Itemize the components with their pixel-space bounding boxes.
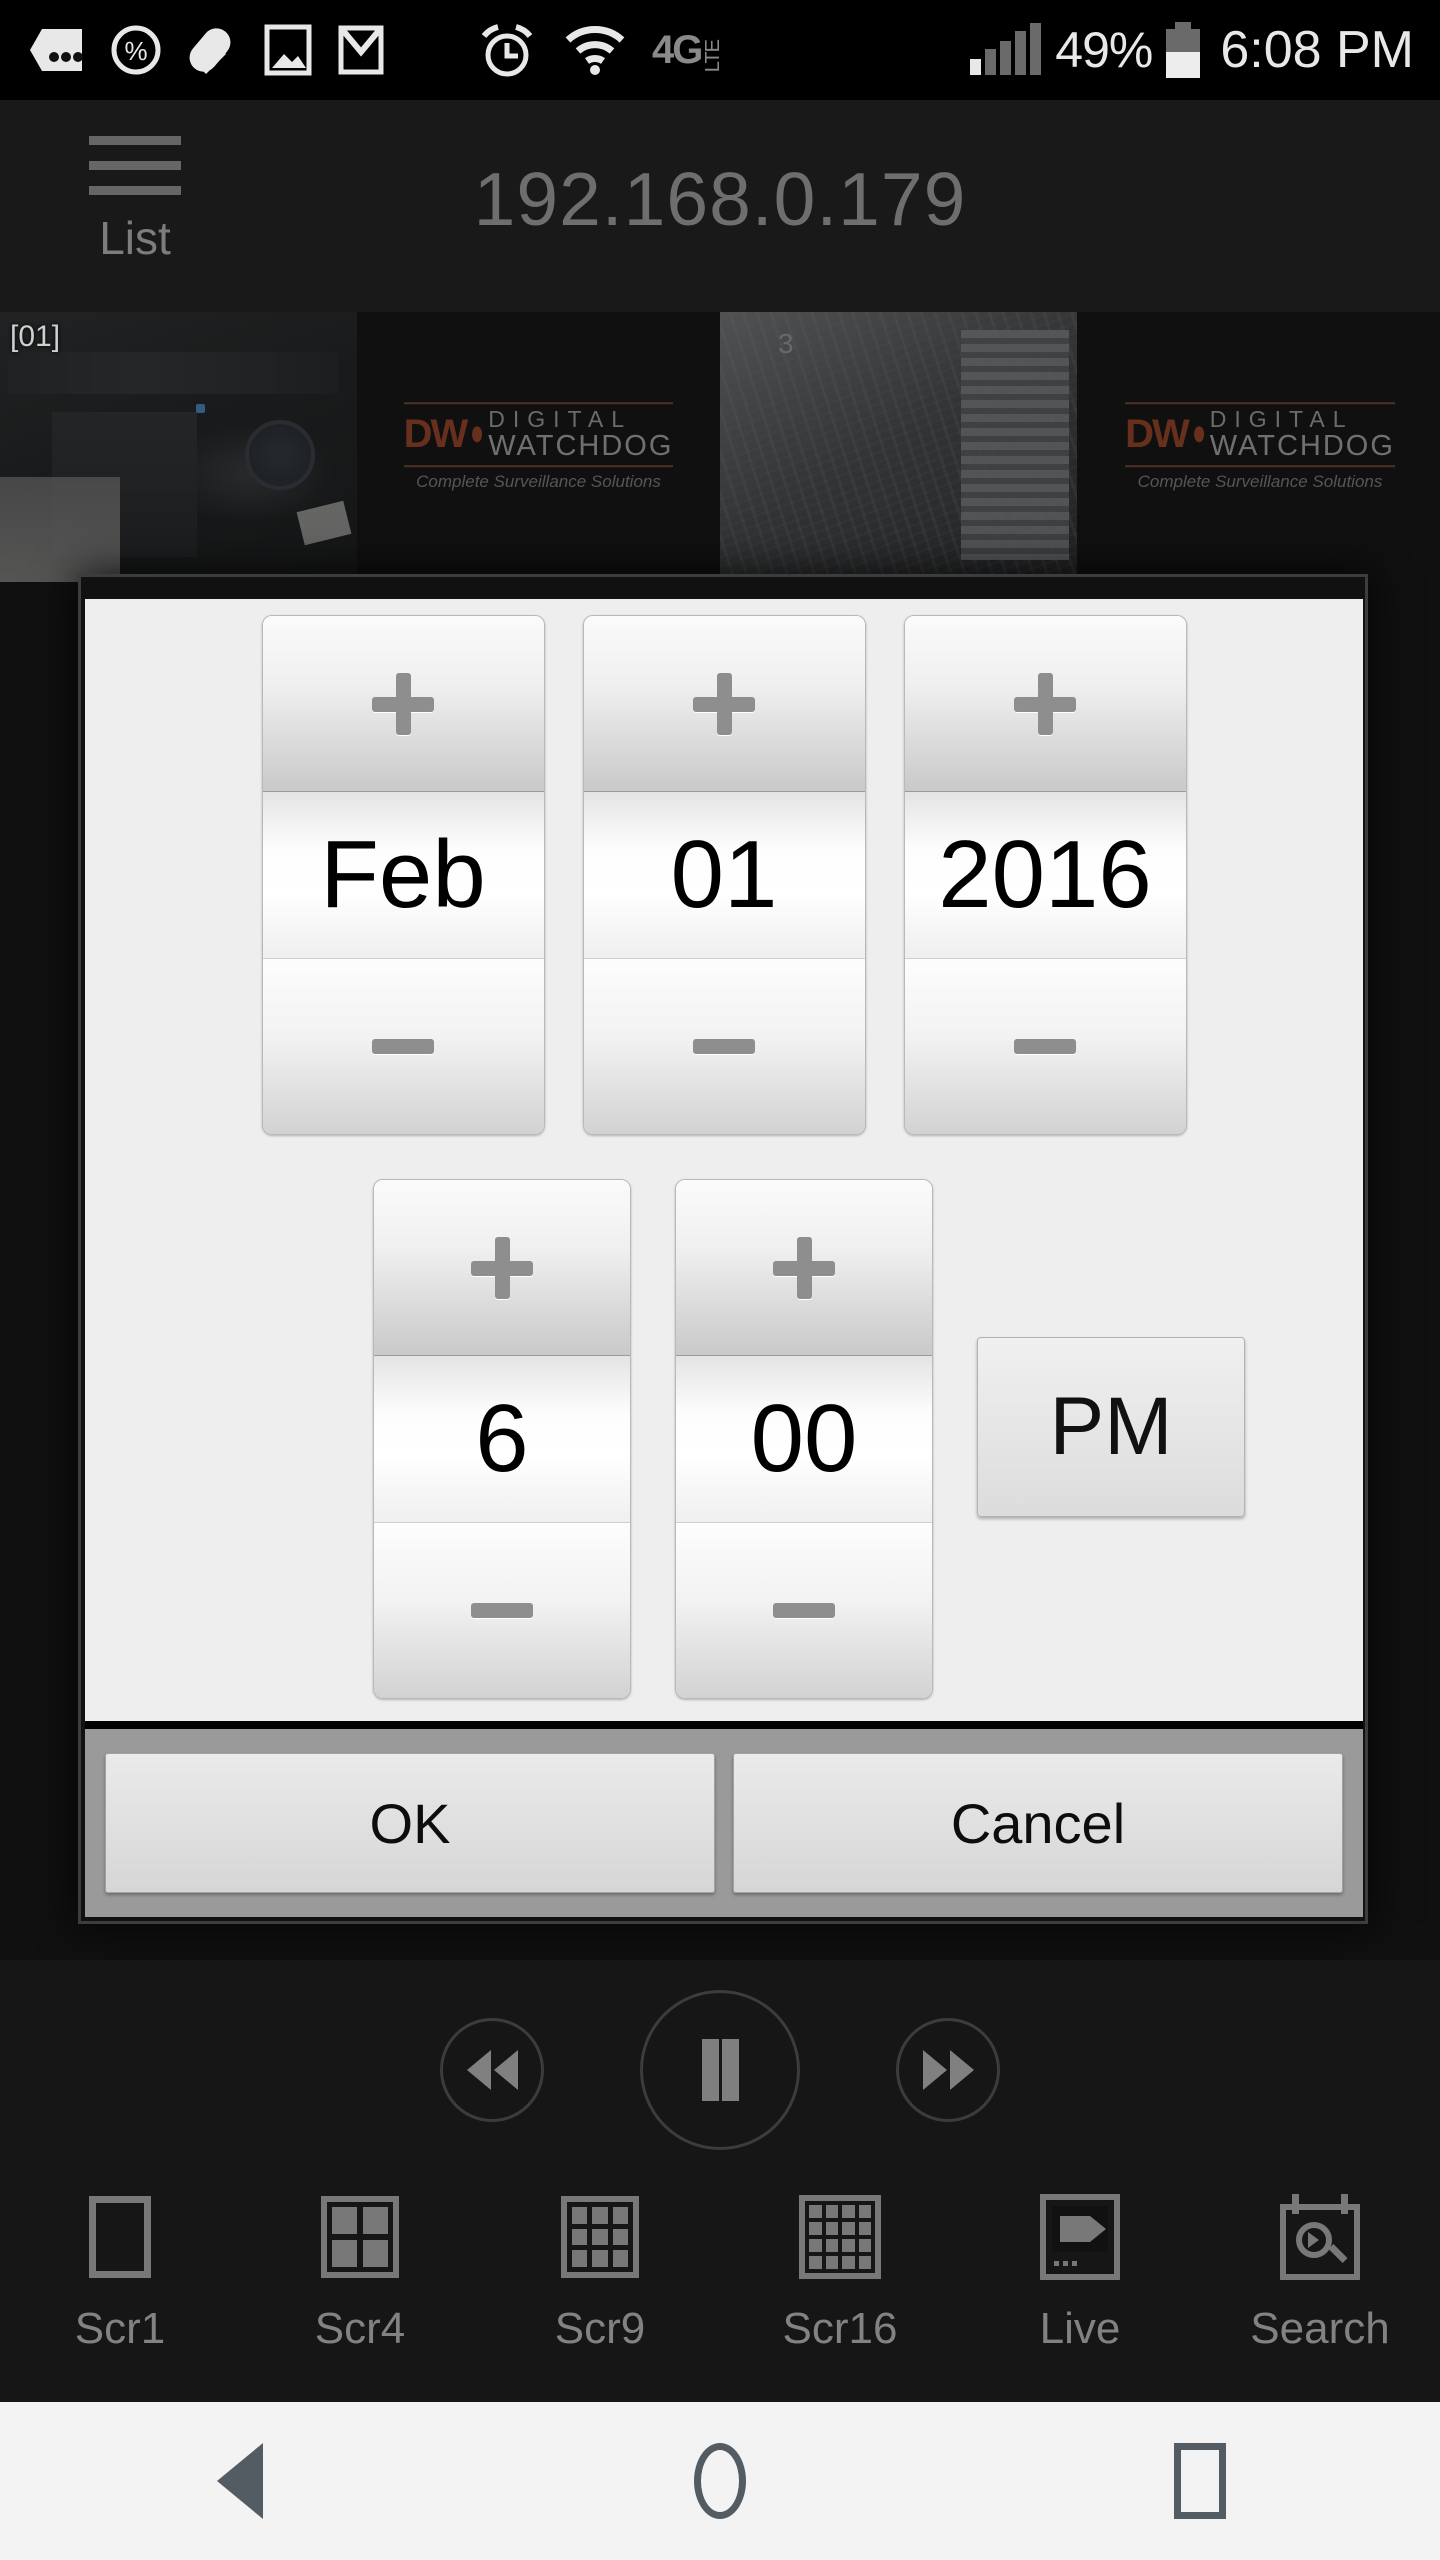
- hour-value[interactable]: 6: [374, 1355, 630, 1523]
- month-decrement-button[interactable]: [262, 959, 544, 1134]
- tab-scr9[interactable]: Scr9: [480, 2194, 720, 2354]
- status-bar: % 4G LTE 49% 6:08 PM: [0, 0, 1440, 100]
- datetime-picker-dialog: Feb 01 2016 6 00 PM OK Cancel: [78, 574, 1368, 1924]
- plus-icon: [372, 672, 434, 735]
- photo-icon: [264, 24, 312, 76]
- bottom-tab-bar: Scr1 Scr4 Scr9 Scr16 Live Search: [0, 2180, 1440, 2402]
- page-title: 192.168.0.179: [473, 157, 967, 241]
- rewind-button[interactable]: [440, 2018, 544, 2122]
- status-bar-system: 49% 6:08 PM: [970, 20, 1440, 80]
- time-picker-row: 6 00 PM: [85, 1179, 1363, 1699]
- pause-button[interactable]: [640, 1990, 800, 2150]
- screen-9-grid-icon: [561, 2194, 639, 2280]
- chat-dots-icon: [30, 29, 83, 71]
- tab-search[interactable]: Search: [1200, 2194, 1440, 2354]
- minute-spinner[interactable]: 00: [675, 1179, 933, 1699]
- tab-label: Scr1: [74, 2304, 166, 2353]
- clock-label: 6:08 PM: [1220, 21, 1414, 79]
- camera-number-label: [01]: [10, 320, 61, 353]
- network-sub-label: LTE: [702, 40, 725, 73]
- month-spinner[interactable]: Feb: [261, 615, 545, 1135]
- nav-home-button[interactable]: [590, 2426, 850, 2536]
- signal-bars-icon: [970, 23, 1042, 75]
- minus-icon: [693, 1039, 755, 1054]
- month-value[interactable]: Feb: [262, 791, 544, 959]
- dialog-footer: OK Cancel: [85, 1721, 1363, 1917]
- rewind-icon: [466, 2050, 518, 2090]
- tab-label: Search: [1250, 2304, 1390, 2353]
- year-decrement-button[interactable]: [904, 959, 1186, 1134]
- fast-forward-icon: [922, 2050, 974, 2090]
- tab-scr16[interactable]: Scr16: [720, 2194, 960, 2354]
- pill-icon: [189, 28, 231, 74]
- screen-1-icon: [89, 2194, 151, 2280]
- live-camera-icon: [1040, 2194, 1120, 2280]
- pause-icon: [701, 2039, 739, 2101]
- ok-button[interactable]: OK: [105, 1753, 715, 1893]
- year-spinner[interactable]: 2016: [903, 615, 1187, 1135]
- datetime-picker-body: Feb 01 2016 6 00 PM: [85, 599, 1363, 1723]
- minute-value[interactable]: 00: [676, 1355, 932, 1523]
- date-picker-row: Feb 01 2016: [85, 615, 1363, 1135]
- minute-decrement-button[interactable]: [676, 1523, 932, 1698]
- tab-label: Scr9: [554, 2304, 646, 2353]
- plus-icon: [471, 1236, 533, 1299]
- cancel-button[interactable]: Cancel: [733, 1753, 1343, 1893]
- minus-icon: [372, 1039, 434, 1054]
- alarm-clock-icon: [481, 24, 533, 77]
- percent-circle-icon: %: [111, 25, 161, 75]
- minus-icon: [773, 1603, 835, 1618]
- nav-recents-button[interactable]: [1070, 2426, 1330, 2536]
- android-nav-bar: [0, 2402, 1440, 2560]
- network-type-label: 4G: [652, 27, 703, 72]
- minus-icon: [1014, 1039, 1076, 1054]
- tab-label: Live: [1039, 2304, 1121, 2353]
- month-increment-button[interactable]: [262, 616, 544, 791]
- year-increment-button[interactable]: [904, 616, 1186, 791]
- wifi-icon: [565, 26, 625, 75]
- status-bar-notifications: % 4G LTE: [0, 22, 970, 78]
- screen-16-grid-icon: [799, 2194, 881, 2280]
- tab-live[interactable]: Live: [960, 2194, 1200, 2354]
- fast-forward-button[interactable]: [896, 2018, 1000, 2122]
- plus-icon: [1014, 672, 1076, 735]
- recents-icon: [1174, 2443, 1226, 2519]
- svg-text:%: %: [124, 36, 147, 66]
- tab-label: Scr16: [782, 2304, 898, 2353]
- tab-label: Scr4: [314, 2304, 406, 2353]
- minute-increment-button[interactable]: [676, 1180, 932, 1355]
- day-decrement-button[interactable]: [583, 959, 865, 1134]
- day-spinner[interactable]: 01: [582, 615, 866, 1135]
- battery-percent-label: 49%: [1055, 22, 1153, 78]
- tab-scr1[interactable]: Scr1: [0, 2194, 240, 2354]
- gmail-icon: [338, 25, 384, 75]
- plus-icon: [693, 672, 755, 735]
- battery-icon: [1166, 22, 1201, 78]
- home-icon: [694, 2443, 746, 2519]
- day-value[interactable]: 01: [583, 791, 865, 959]
- calendar-search-icon: [1280, 2194, 1360, 2280]
- screen-4-grid-icon: [321, 2194, 399, 2280]
- year-value[interactable]: 2016: [904, 791, 1186, 959]
- hour-increment-button[interactable]: [374, 1180, 630, 1355]
- hour-spinner[interactable]: 6: [373, 1179, 631, 1699]
- app-bar: List 192.168.0.179: [0, 100, 1440, 312]
- minus-icon: [471, 1603, 533, 1618]
- back-icon: [217, 2443, 263, 2519]
- nav-back-button[interactable]: [110, 2426, 370, 2536]
- playback-controls: [0, 1960, 1440, 2180]
- day-increment-button[interactable]: [583, 616, 865, 791]
- hour-decrement-button[interactable]: [374, 1523, 630, 1698]
- plus-icon: [773, 1236, 835, 1299]
- meridiem-toggle-button[interactable]: PM: [977, 1337, 1245, 1517]
- tab-scr4[interactable]: Scr4: [240, 2194, 480, 2354]
